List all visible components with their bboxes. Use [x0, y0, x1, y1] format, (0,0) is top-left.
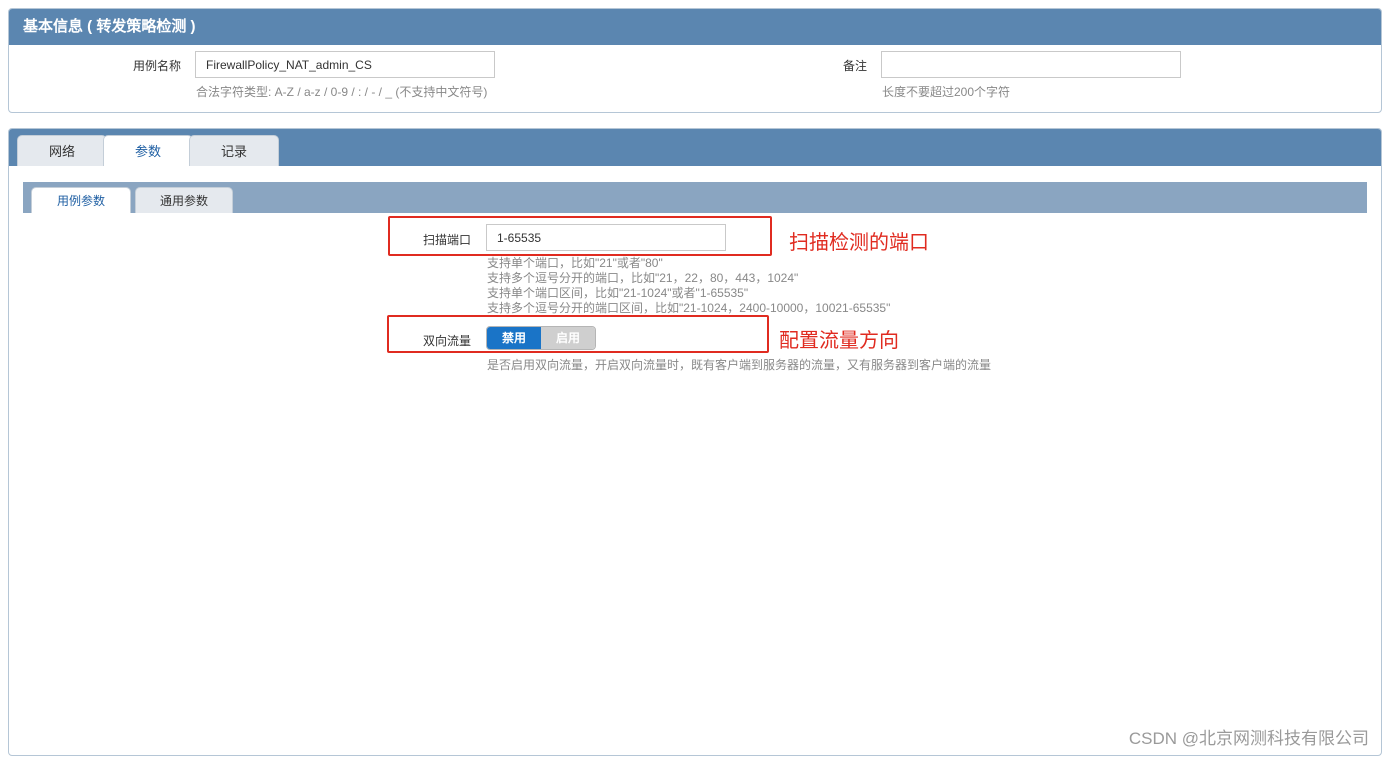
- remark-hint: 长度不要超过200个字符: [882, 85, 1011, 99]
- case-name-hint: 合法字符类型: A-Z / a-z / 0-9 / : / - / _ (不支持…: [196, 85, 488, 99]
- basic-info-panel: 基本信息 ( 转发策略检测 ) 用例名称 合法字符类型: A-Z / a-z /…: [8, 8, 1382, 113]
- remark-input[interactable]: [881, 51, 1181, 78]
- subtab-common-params[interactable]: 通用参数: [135, 187, 233, 213]
- scan-port-hint-4: 支持多个逗号分开的端口区间，比如"21-1024，2400-10000，1002…: [487, 301, 891, 315]
- case-name-label: 用例名称: [132, 59, 181, 73]
- remark-label: 备注: [842, 59, 867, 73]
- tab-records[interactable]: 记录: [189, 135, 279, 166]
- main-panel: 网络 参数 记录 用例参数 通用参数 扫描端口 扫描检测的端口 支持单个端口，比…: [8, 128, 1382, 756]
- bidirectional-toggle[interactable]: 禁用 启用: [486, 326, 596, 350]
- tab-network[interactable]: 网络: [17, 135, 107, 166]
- subtab-case-params[interactable]: 用例参数: [31, 187, 131, 213]
- basic-info-title: 基本信息 ( 转发策略检测 ): [9, 9, 1381, 45]
- direction-annotation: 配置流量方向: [779, 330, 899, 352]
- scan-port-hint-3: 支持单个端口区间，比如"21-1024"或者"1-65535": [487, 286, 749, 300]
- scan-port-annotation: 扫描检测的端口: [789, 232, 929, 254]
- scan-port-input[interactable]: [486, 224, 726, 251]
- scan-port-hint-1: 支持单个端口，比如"21"或者"80": [487, 256, 663, 270]
- main-tab-bar: 网络 参数 记录: [9, 129, 1381, 166]
- watermark: CSDN @北京网测科技有限公司: [1128, 729, 1369, 748]
- case-name-input[interactable]: [195, 51, 495, 78]
- scan-port-label: 扫描端口: [422, 233, 471, 247]
- bidirectional-hint: 是否启用双向流量，开启双向流量时，既有客户端到服务器的流量，又有服务器到客户端的…: [487, 358, 992, 372]
- scan-port-hint-2: 支持多个逗号分开的端口，比如"21，22，80，443，1024": [487, 271, 799, 285]
- scan-port-hints: 支持单个端口，比如"21"或者"80" 支持多个逗号分开的端口，比如"21，22…: [487, 256, 890, 316]
- tab-params[interactable]: 参数: [103, 135, 193, 166]
- bidirectional-label: 双向流量: [422, 334, 471, 348]
- sub-tab-bar: 用例参数 通用参数: [23, 182, 1367, 213]
- toggle-enable-option[interactable]: 启用: [541, 327, 595, 349]
- toggle-disable-option[interactable]: 禁用: [487, 327, 541, 349]
